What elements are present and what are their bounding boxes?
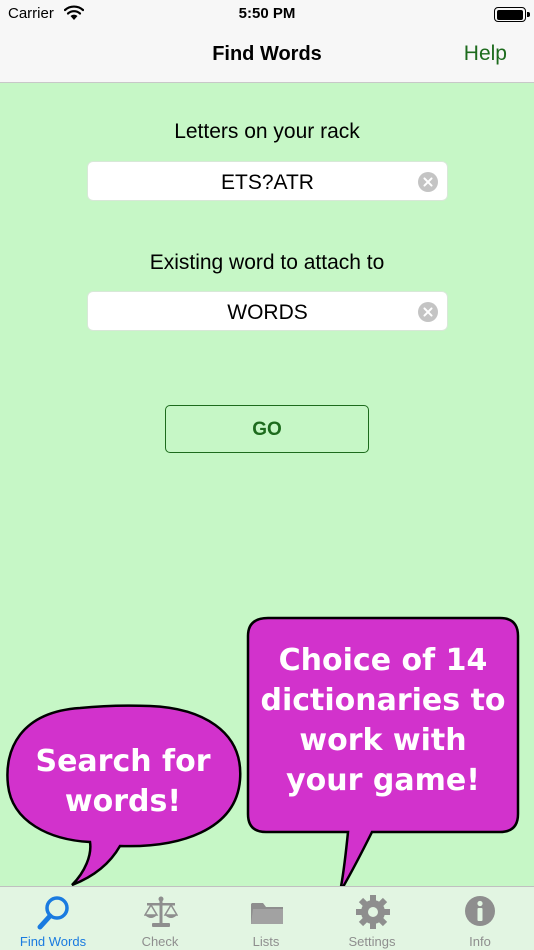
bubble-right-line: work with (299, 723, 467, 758)
bubble-left-line: Search for (35, 744, 211, 779)
bubble-right-line: dictionaries to (260, 683, 506, 718)
magnifier-icon (37, 896, 69, 930)
scales-icon (144, 896, 178, 927)
tab-lists[interactable]: Lists (213, 887, 319, 950)
bubble-left-text: Search for words! (14, 742, 232, 822)
bubble-right-line: your game! (286, 763, 480, 798)
tab-settings[interactable]: Settings (319, 887, 425, 950)
tab-label: Settings (348, 934, 396, 949)
bubble-left-line: words! (64, 784, 182, 819)
folder-icon (251, 903, 283, 924)
tab-bar: Find Words Check Lists Settings Info (0, 886, 534, 950)
tab-label: Lists (252, 934, 280, 949)
bubble-right-text: Choice of 14 dictionaries to work with y… (252, 641, 514, 801)
tab-check[interactable]: Check (107, 887, 213, 950)
info-icon (465, 896, 495, 926)
tab-info[interactable]: Info (427, 887, 533, 950)
tab-find-words[interactable]: Find Words (0, 887, 106, 950)
tab-label: Find Words (19, 934, 87, 949)
tab-label: Check (141, 934, 179, 949)
tab-label: Info (469, 934, 491, 949)
bubble-right-line: Choice of 14 (278, 643, 488, 678)
gear-icon (356, 895, 390, 929)
